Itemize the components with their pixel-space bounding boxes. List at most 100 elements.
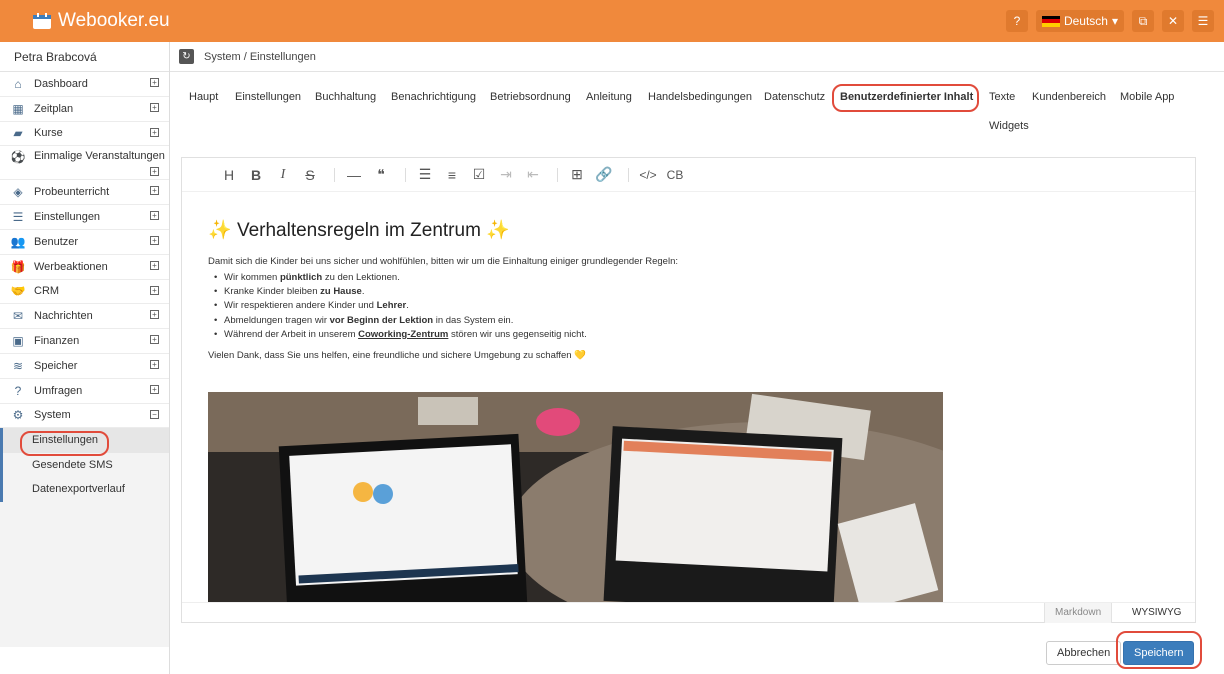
- sidebar-item-label: System: [34, 409, 71, 422]
- sidebar-item-kurse[interactable]: ▰ Kurse +: [0, 122, 169, 147]
- refresh-icon[interactable]: ↻: [179, 49, 194, 64]
- indent-icon[interactable]: ⇥: [495, 165, 517, 185]
- tab-anleitung[interactable]: Anleitung: [586, 91, 632, 103]
- external-link-button[interactable]: ⧉: [1132, 10, 1154, 32]
- submenu-item-label: Datenexportverlauf: [32, 483, 125, 496]
- toolbar-divider: [334, 167, 335, 182]
- ordered-list-icon[interactable]: ≡: [441, 165, 463, 185]
- expand-icon[interactable]: +: [150, 167, 159, 177]
- code-icon[interactable]: </>: [637, 165, 659, 185]
- expand-icon[interactable]: +: [150, 335, 159, 345]
- strikethrough-icon[interactable]: S: [299, 165, 321, 185]
- sidebar-filler: [0, 501, 169, 647]
- caret-down-icon: ▾: [1111, 14, 1118, 28]
- editor-content[interactable]: ✨ Verhaltensregeln im Zentrum ✨ Damit si…: [208, 218, 948, 361]
- tab-texte[interactable]: Texte: [989, 91, 1015, 103]
- heading-icon[interactable]: H: [218, 165, 240, 185]
- italic-icon[interactable]: I: [272, 165, 294, 185]
- tab-einstellungen[interactable]: Einstellungen: [235, 91, 301, 103]
- mode-markdown-tab[interactable]: Markdown: [1044, 603, 1113, 623]
- expand-icon[interactable]: +: [150, 102, 159, 112]
- expand-icon[interactable]: +: [150, 285, 159, 295]
- help-button[interactable]: ?: [1005, 10, 1028, 32]
- sidebar-item-werbeaktionen[interactable]: 🎁 Werbeaktionen +: [0, 255, 169, 280]
- content-heading: ✨ Verhaltensregeln im Zentrum ✨: [208, 218, 948, 242]
- expand-icon[interactable]: +: [150, 260, 159, 270]
- quote-icon[interactable]: ❝: [370, 165, 392, 185]
- list-item: Wir respektieren andere Kinder und Lehre…: [214, 300, 948, 311]
- ball-icon: ⚽: [10, 150, 26, 165]
- breadcrumb-text: System / Einstellungen: [204, 50, 316, 63]
- expand-icon[interactable]: +: [150, 384, 159, 394]
- sidebar-item-system[interactable]: ⚙ System −: [0, 404, 169, 429]
- mode-wysiwyg-tab[interactable]: WYSIWYG: [1122, 603, 1191, 623]
- editor-toolbar: H B I S — ❝ ☰ ≡ ☑ ⇥ ⇤ ⊞ 🔗 </> CB: [182, 158, 1195, 192]
- custom-block-button[interactable]: CB: [664, 165, 686, 185]
- sparkle-icon: ✨: [208, 220, 232, 241]
- tab-widgets[interactable]: Widgets: [989, 120, 1029, 132]
- language-select[interactable]: Deutsch ▾: [1035, 10, 1124, 32]
- sidebar-item-finanzen[interactable]: ▣ Finanzen +: [0, 329, 169, 354]
- save-button[interactable]: Speichern: [1123, 641, 1194, 665]
- submenu-item-label: Einstellungen: [32, 434, 99, 447]
- sliders-icon: ☰: [12, 210, 24, 225]
- submenu-item-gesendete-sms[interactable]: Gesendete SMS: [3, 453, 169, 478]
- tab-betriebsordnung[interactable]: Betriebsordnung: [490, 91, 571, 103]
- sidebar-item-label: Einmalige Veranstaltungen: [34, 150, 165, 163]
- settings-tabs: Haupt Einstellungen Buchhaltung Benachri…: [170, 72, 1224, 142]
- editor-mode-bar: Markdown WYSIWYG: [182, 602, 1195, 623]
- sidebar-item-crm[interactable]: 🤝 CRM +: [0, 280, 169, 305]
- horizontal-rule-icon[interactable]: —: [343, 165, 365, 185]
- tab-benutzerdefinierter-inhalt[interactable]: Benutzerdefinierter Inhalt: [840, 91, 973, 103]
- laptops-photo: [208, 392, 943, 604]
- tab-datenschutz[interactable]: Datenschutz: [764, 91, 825, 103]
- expand-icon[interactable]: +: [150, 78, 159, 87]
- expand-icon[interactable]: +: [150, 211, 159, 221]
- list-item: Abmeldungen tragen wir vor Beginn der Le…: [214, 315, 948, 326]
- submenu-item-einstellungen[interactable]: Einstellungen: [3, 428, 169, 453]
- sidebar-item-nachrichten[interactable]: ✉ Nachrichten +: [0, 304, 169, 330]
- toolbar-divider: [628, 167, 629, 182]
- tab-kundenbereich[interactable]: Kundenbereich: [1032, 91, 1106, 103]
- sidebar-item-einmalige-veranstaltungen[interactable]: ⚽ Einmalige Veranstaltungen +: [0, 146, 169, 181]
- link-icon[interactable]: 🔗: [593, 165, 615, 185]
- tab-haupt[interactable]: Haupt: [189, 91, 218, 103]
- list-item: Wir kommen pünktlich zu den Lektionen.: [214, 272, 948, 283]
- sidebar-item-probeunterricht[interactable]: ◈ Probeunterricht +: [0, 180, 169, 206]
- tab-mobile-app[interactable]: Mobile App: [1120, 91, 1174, 103]
- list-item: Kranke Kinder bleiben zu Hause.: [214, 286, 948, 297]
- table-icon[interactable]: ⊞: [566, 165, 588, 185]
- expand-icon[interactable]: +: [150, 186, 159, 196]
- expand-icon[interactable]: +: [150, 310, 159, 320]
- brand-logo[interactable]: Webooker.eu: [0, 10, 170, 32]
- tab-benachrichtigung[interactable]: Benachrichtigung: [391, 91, 476, 103]
- sidebar-item-speicher[interactable]: ≋ Speicher +: [0, 354, 169, 379]
- close-button[interactable]: ✕: [1162, 10, 1184, 32]
- sidebar-item-dashboard[interactable]: ⌂ Dashboard +: [0, 72, 169, 97]
- list-item: Während der Arbeit in unserem Coworking-…: [214, 329, 948, 340]
- bold-icon[interactable]: B: [245, 165, 267, 185]
- sidebar-item-label: Probeunterricht: [34, 186, 110, 199]
- sidebar-item-umfragen[interactable]: ? Umfragen +: [0, 379, 169, 404]
- sidebar-item-label: Kurse: [34, 127, 63, 140]
- language-label: Deutsch: [1063, 14, 1108, 28]
- collapse-icon[interactable]: −: [150, 409, 159, 419]
- bullet-list-icon[interactable]: ☰: [414, 165, 436, 185]
- rules-list: Wir kommen pünktlich zu den Lektionen. K…: [208, 272, 948, 340]
- expand-icon[interactable]: +: [150, 235, 159, 245]
- expand-icon[interactable]: +: [150, 127, 159, 137]
- cancel-button[interactable]: Abbrechen: [1046, 641, 1122, 665]
- sidebar-item-benutzer[interactable]: 👥 Benutzer +: [0, 230, 169, 255]
- sidebar-item-zeitplan[interactable]: ▦ Zeitplan +: [0, 97, 169, 122]
- question-icon: ?: [14, 383, 22, 398]
- submenu-item-label: Gesendete SMS: [32, 458, 113, 471]
- tab-handelsbedingungen[interactable]: Handelsbedingungen: [648, 91, 752, 103]
- system-submenu: Einstellungen Gesendete SMS Datenexportv…: [0, 428, 169, 502]
- expand-icon[interactable]: +: [150, 359, 159, 369]
- sidebar-item-einstellungen[interactable]: ☰ Einstellungen +: [0, 205, 169, 230]
- submenu-item-datenexportverlauf[interactable]: Datenexportverlauf: [3, 477, 169, 502]
- menu-button[interactable]: ☰: [1192, 10, 1214, 32]
- tab-buchhaltung[interactable]: Buchhaltung: [315, 91, 376, 103]
- outdent-icon[interactable]: ⇤: [522, 165, 544, 185]
- task-list-icon[interactable]: ☑: [468, 165, 490, 185]
